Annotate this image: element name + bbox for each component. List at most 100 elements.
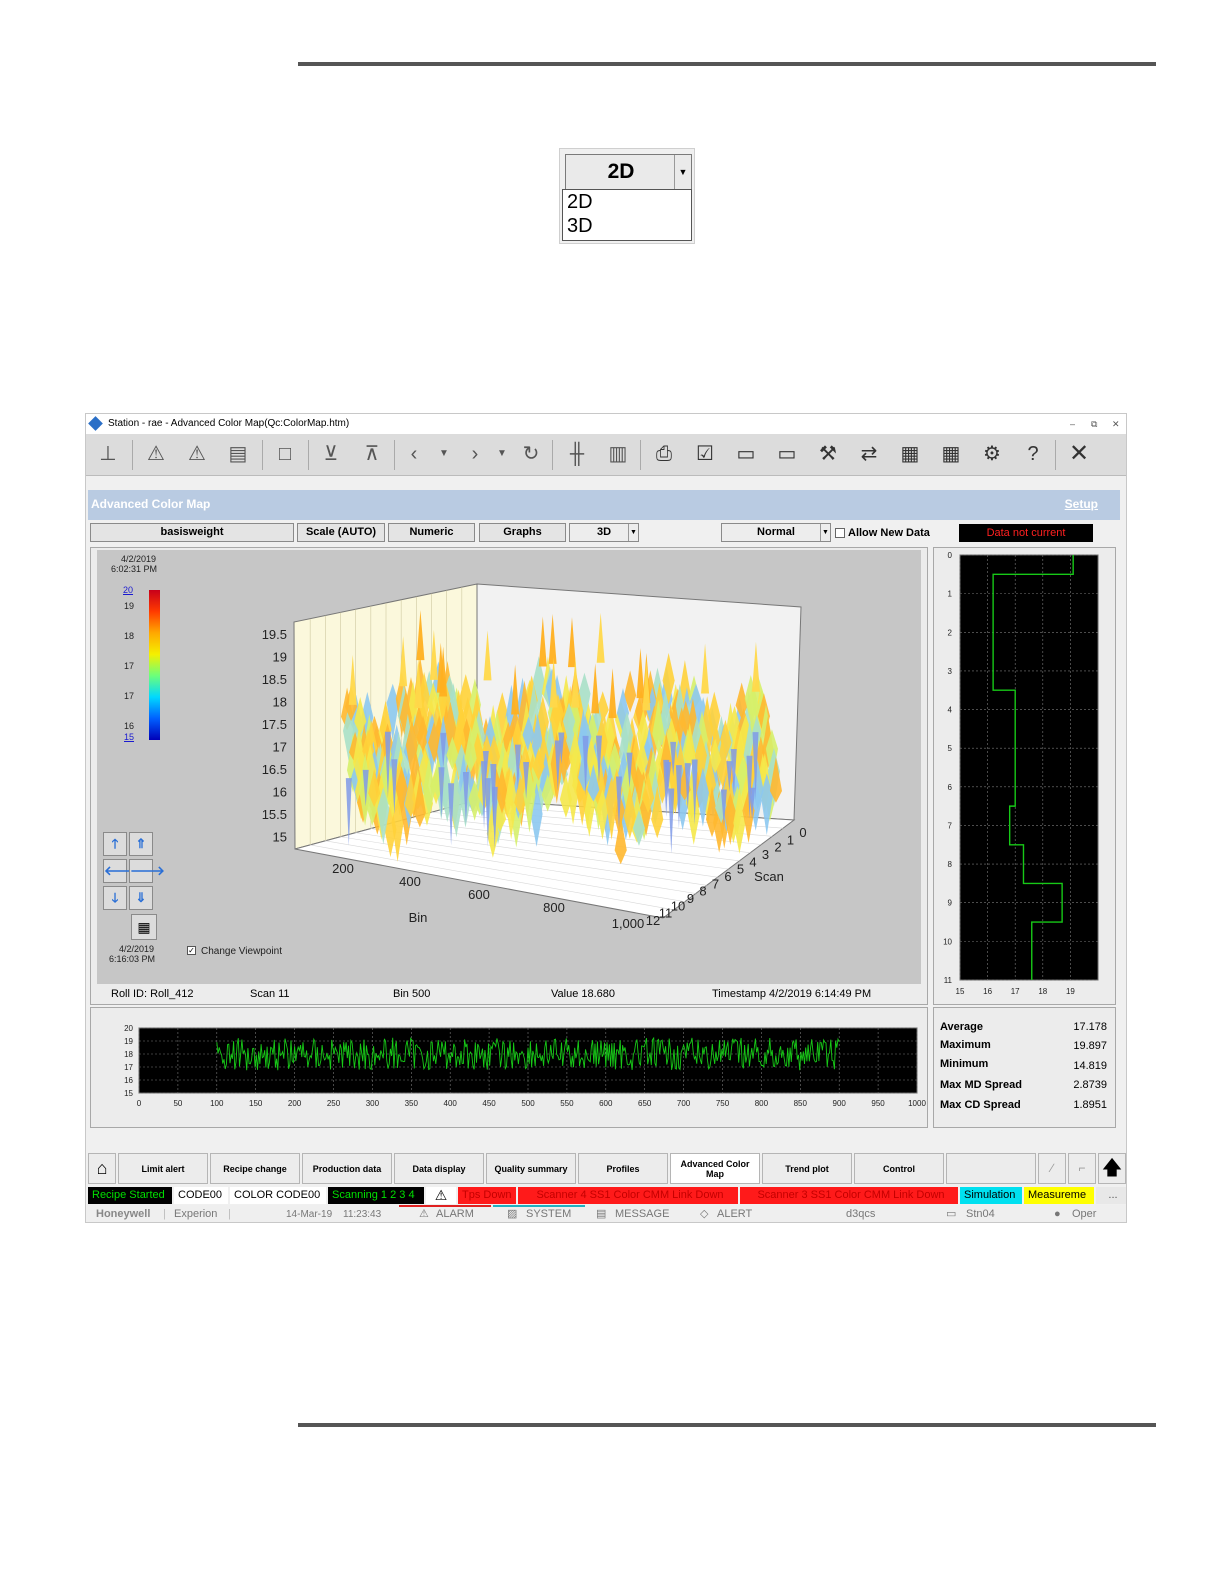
page-down-icon[interactable]: ⊻ [315,438,347,470]
scan-tick-label: 10 [671,898,685,913]
simulation-status[interactable]: Simulation [960,1187,1022,1204]
move-left-icon[interactable]: 🡐 [103,859,139,883]
scanner4-status[interactable]: Scanner 4 SS1 Color CMM Link Down [518,1187,738,1204]
hierarchy-icon[interactable]: ⊥ [92,438,124,470]
scanner3-status[interactable]: Scanner 3 SS1 Color CMM Link Down [740,1187,958,1204]
option-3d[interactable]: 3D [563,214,691,238]
trend-y-tick: 15 [124,1089,133,1098]
window-icon[interactable]: □ [269,438,301,470]
profile-y-tick: 2 [948,628,953,637]
diagnostics-icon[interactable]: ⚙ [976,438,1008,470]
restore-button[interactable]: ⧉ [1091,414,1097,434]
toolbar-separator [552,440,553,470]
display-mode-select[interactable]: Normal ▼ [721,523,831,542]
allow-new-data-checkbox[interactable] [835,528,845,538]
color-map-3d-plot[interactable]: 4/2/2019 6:02:31 PM 20 19 18 17 17 16 15… [97,550,921,984]
help-icon[interactable]: ? [1017,438,1049,470]
tab-data-display[interactable]: Data display [394,1153,484,1184]
trend-icon[interactable]: ╫ [561,438,593,470]
tab-quality-summary[interactable]: Quality summary [486,1153,576,1184]
tab-control[interactable]: Control [854,1153,944,1184]
operator-icon[interactable]: ⚒ [812,438,844,470]
alarm-button[interactable]: ALARM [436,1205,474,1222]
user-icon: ● [1054,1208,1061,1220]
print-icon[interactable]: ⎙ [648,438,680,470]
system-button[interactable]: SYSTEM [526,1205,571,1222]
tab-production-data[interactable]: Production data [302,1153,392,1184]
move-up-icon[interactable]: 🡑 [103,832,127,856]
change-viewpoint-checkbox[interactable]: ✓ [187,946,196,955]
data-status-indicator: Data not current [959,524,1093,542]
scale-button[interactable]: Scale (AUTO) [297,523,385,542]
tab-profiles[interactable]: Profiles [578,1153,668,1184]
calendar-icon[interactable]: ▦ [131,914,157,940]
chevron-down-icon[interactable]: ▼ [628,524,638,541]
change-viewpoint-label: Change Viewpoint [201,946,282,957]
scan-tick-label: 2 [774,840,781,855]
code-status[interactable]: CODE00 [174,1187,228,1204]
trend-x-tick: 450 [482,1099,496,1108]
checklist-icon[interactable]: ☑ [689,438,721,470]
display-icon[interactable]: ▤ [222,438,254,470]
event-icon[interactable]: ▦ [935,438,967,470]
measurement-select[interactable]: basisweight [90,523,294,542]
back-history-icon[interactable]: ▼ [428,438,460,470]
group-icon[interactable]: ▥ [602,438,634,470]
tps-status[interactable]: Tps Down [458,1187,516,1204]
red-display-icon[interactable]: ▭ [730,438,762,470]
back-icon[interactable]: ‹ [398,438,430,470]
diagonal-line-icon[interactable]: ∕ [1038,1153,1066,1184]
forward-history-icon[interactable]: ▼ [486,438,518,470]
refresh-icon[interactable]: ↻ [515,438,547,470]
tab-empty[interactable] [946,1153,1036,1184]
alarm-warning-icon[interactable]: ⚠ [140,438,172,470]
tab-trend-plot[interactable]: Trend plot [762,1153,852,1184]
view-mode-combo[interactable]: 2D ▼ [565,154,692,190]
numeric-button[interactable]: Numeric [388,523,475,542]
home-icon[interactable]: ⌂ [88,1153,116,1184]
scan-tick-label: 7 [712,876,719,891]
message-icon[interactable]: ▤ [596,1205,606,1222]
measurement-status[interactable]: Measureme [1024,1187,1094,1204]
view-mode-select[interactable]: 3D ▼ [569,523,639,542]
chevron-down-icon[interactable]: ▼ [820,524,830,541]
report-icon[interactable]: ▦ [894,438,926,470]
move-down-icon[interactable]: 🡓 [103,886,127,910]
more-status-button[interactable]: ... [1096,1187,1126,1204]
option-2d[interactable]: 2D [563,190,691,214]
tab-advanced-color-map[interactable]: Advanced Color Map [670,1153,760,1184]
toolbar-separator [394,440,395,470]
alarm-summary-icon[interactable]: ⚠ [181,438,213,470]
trend-x-tick: 300 [366,1099,380,1108]
recipe-status[interactable]: Recipe Started [88,1187,172,1204]
green-display-icon[interactable]: ▭ [771,438,803,470]
page-up-icon[interactable]: ⊼ [356,438,388,470]
message-button[interactable]: MESSAGE [615,1205,669,1222]
setup-link[interactable]: Setup [1065,497,1098,511]
tab-recipe-change[interactable]: Recipe change [210,1153,300,1184]
minimize-button[interactable]: – [1070,414,1075,434]
move-top-icon[interactable]: ⇑ [129,832,153,856]
close-window-button[interactable]: ✕ [1112,414,1120,434]
chevron-down-icon[interactable]: ▼ [674,155,691,189]
step-line-icon[interactable]: ⌐ [1068,1153,1096,1184]
graphs-button[interactable]: Graphs [479,523,566,542]
scanning-status[interactable]: Scanning 1 2 3 4 [328,1187,424,1204]
alert-button[interactable]: ALERT [717,1205,752,1222]
user-name: Oper [1072,1208,1097,1220]
hazard-icon[interactable]: ⚠ [426,1187,456,1204]
window-title: Station - rae - Advanced Color Map(Qc:Co… [108,418,350,429]
tab-limit-alert[interactable]: Limit alert [118,1153,208,1184]
system-icon[interactable]: ▨ [507,1205,517,1222]
close-display-icon[interactable]: ✕ [1063,438,1095,470]
alert-icon[interactable]: ◇ [700,1205,708,1222]
arrow-up-icon[interactable]: 🡅 [1098,1153,1126,1184]
profile-y-tick: 7 [948,821,953,830]
alarm-icon[interactable]: ⚠ [419,1205,429,1222]
profile-y-tick: 3 [948,667,953,676]
data-transfer-icon[interactable]: ⇄ [853,438,885,470]
move-right-icon[interactable]: 🡒 [129,859,165,883]
move-bottom-icon[interactable]: ⇓ [129,886,153,910]
color-code-status[interactable]: COLOR CODE00 [230,1187,326,1204]
profile-y-tick: 4 [948,706,953,715]
